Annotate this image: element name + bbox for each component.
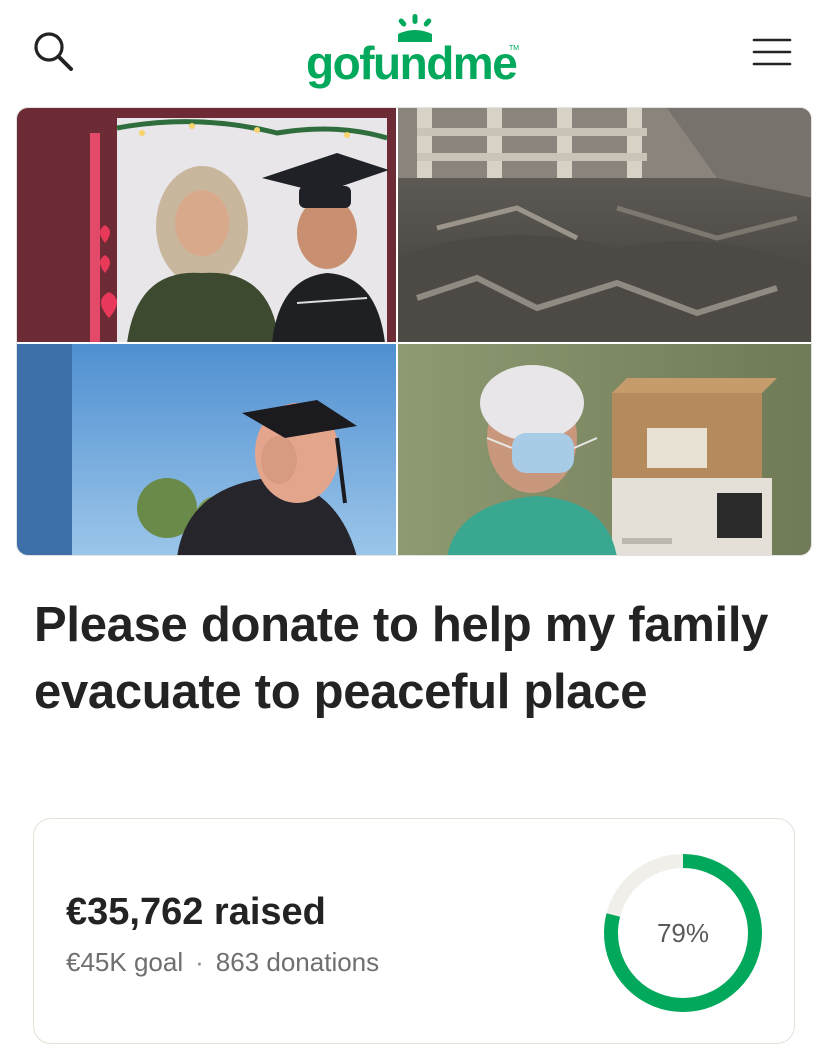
campaign-title: Please donate to help my family evacuate… xyxy=(34,598,769,719)
hamburger-menu-icon xyxy=(752,38,792,66)
donation-count: 863 donations xyxy=(215,947,380,977)
amount-raised: €35,762 raised xyxy=(66,891,326,933)
progress-ring: 79% xyxy=(601,851,765,1015)
rubble-photo-panel xyxy=(397,108,811,343)
gofundme-logo[interactable]: gofundme TM xyxy=(306,12,526,92)
top-navigation-bar: gofundme TM xyxy=(0,0,827,100)
campaign-cover-image[interactable] xyxy=(16,107,812,556)
medic-photo-panel xyxy=(397,343,811,555)
search-button[interactable] xyxy=(28,26,80,78)
logo-wordmark: gofundme xyxy=(306,37,518,89)
graduate-photo-panel xyxy=(17,343,397,555)
menu-button[interactable] xyxy=(748,28,796,76)
search-icon xyxy=(34,32,73,71)
meta-separator: · xyxy=(195,947,204,977)
donation-progress-card[interactable]: €35,762 raised €45K goal · 863 donations 7… xyxy=(33,818,795,1044)
goal-amount: €45K goal xyxy=(66,947,184,977)
progress-percent-label: 79% xyxy=(656,917,710,948)
logo-trademark: TM xyxy=(509,45,520,52)
goal-and-donations: €45K goal · 863 donations xyxy=(66,947,379,978)
family-photo-panel xyxy=(17,108,397,343)
